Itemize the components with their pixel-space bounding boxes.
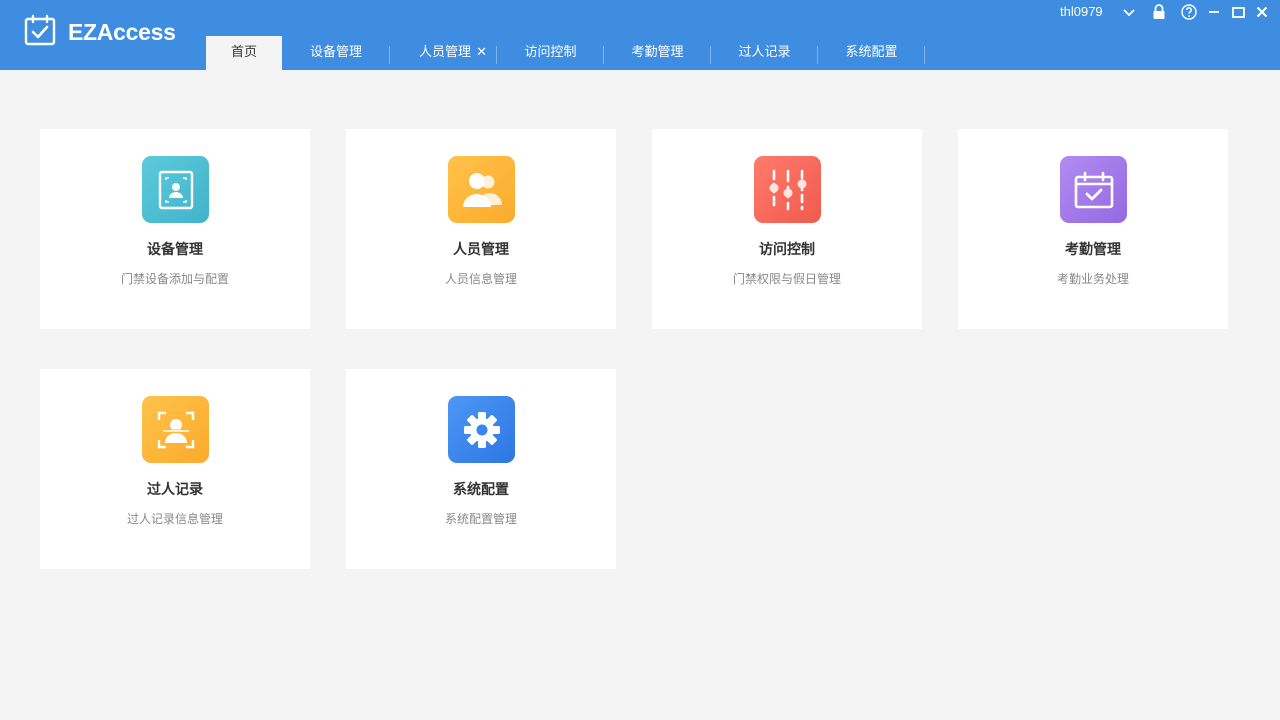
card-title: 访问控制: [759, 242, 815, 258]
card-title: 系统配置: [453, 482, 509, 498]
calendar-check-icon: [1060, 156, 1127, 223]
card-system-config[interactable]: 系统配置 系统配置管理: [346, 369, 616, 569]
app-title: EZAccess: [68, 19, 176, 45]
sliders-icon: [754, 156, 821, 223]
tab-close-icon[interactable]: ✕: [476, 36, 487, 70]
tab-personnel-management[interactable]: 人员管理 ✕: [390, 36, 497, 70]
tab-device-management[interactable]: 设备管理: [282, 36, 390, 70]
card-description: 门禁设备添加与配置: [120, 272, 229, 286]
card-attendance-management[interactable]: 考勤管理 考勤业务处理: [958, 129, 1228, 329]
card-description: 考勤业务处理: [1056, 272, 1129, 286]
card-pass-records[interactable]: 过人记录 过人记录信息管理: [40, 369, 310, 569]
card-title: 人员管理: [453, 242, 509, 258]
card-description: 系统配置管理: [444, 512, 517, 526]
card-title: 考勤管理: [1065, 242, 1121, 258]
gear-icon: [448, 396, 515, 463]
minimize-icon[interactable]: [1205, 3, 1223, 21]
title-bar: EZAccess 首页 设备管理 人员管理 ✕ 访问控制 考勤管理 过人记录 系统…: [0, 0, 1280, 70]
card-personnel-management[interactable]: 人员管理 人员信息管理: [346, 129, 616, 329]
tab-system-config[interactable]: 系统配置: [818, 36, 925, 70]
tab-pass-records[interactable]: 过人记录: [711, 36, 818, 70]
face-scan-icon: [142, 396, 209, 463]
card-description: 过人记录信息管理: [126, 512, 223, 526]
calendar-check-logo-icon: [24, 14, 56, 46]
tab-bar: 首页 设备管理 人员管理 ✕ 访问控制 考勤管理 过人记录 系统配置: [206, 36, 925, 70]
tab-attendance-management[interactable]: 考勤管理: [604, 36, 711, 70]
card-device-management[interactable]: 设备管理 门禁设备添加与配置: [40, 129, 310, 329]
card-description: 人员信息管理: [444, 272, 517, 286]
card-access-control[interactable]: 访问控制 门禁权限与假日管理: [652, 129, 922, 329]
tab-access-control[interactable]: 访问控制: [497, 36, 604, 70]
username[interactable]: thl0979: [1060, 4, 1103, 19]
tab-home[interactable]: 首页: [206, 36, 282, 70]
people-icon: [448, 156, 515, 223]
device-icon: [142, 156, 209, 223]
card-title: 设备管理: [147, 242, 203, 258]
help-icon[interactable]: [1180, 3, 1198, 21]
close-icon[interactable]: [1253, 3, 1271, 21]
card-description: 门禁权限与假日管理: [732, 272, 841, 286]
chevron-down-icon[interactable]: [1120, 3, 1138, 21]
lock-icon[interactable]: [1150, 3, 1168, 21]
card-title: 过人记录: [147, 482, 203, 498]
maximize-icon[interactable]: [1229, 3, 1247, 21]
